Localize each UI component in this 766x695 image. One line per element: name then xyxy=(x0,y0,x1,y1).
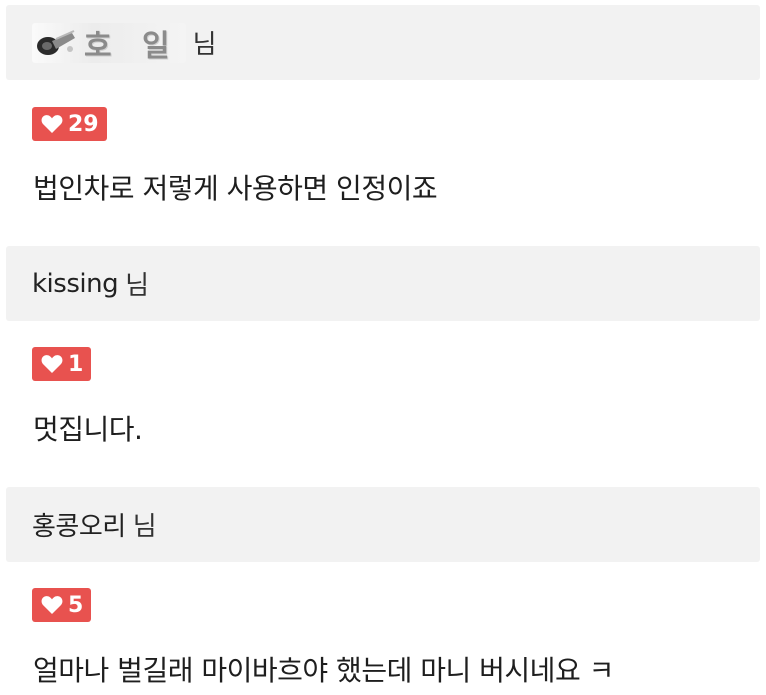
comment-text: 멋집니다. xyxy=(33,413,143,446)
heart-icon xyxy=(41,596,63,614)
comment-text: 얼마나 벌길래 마이바흐야 했는데 마니 버시네요 ㅋ xyxy=(33,654,614,687)
comment-text: 법인차로 저렇게 사용하면 인정이죠 xyxy=(33,172,438,205)
like-count: 29 xyxy=(68,111,99,137)
like-badge[interactable]: 1 xyxy=(32,347,92,381)
heart-icon xyxy=(41,355,63,373)
comment-item: 호 일 님 29 법인차로 저렇게 사용하면 인정이죠 xyxy=(0,5,766,205)
author-name[interactable]: 홍콩오리 xyxy=(32,506,126,543)
author-name[interactable]: kissing xyxy=(32,269,119,299)
author-nickname-image[interactable]: 호 일 xyxy=(32,22,186,64)
author-suffix: 님 xyxy=(192,30,217,60)
comment-author-bar: 호 일 님 xyxy=(6,5,760,80)
comment-author-bar: 홍콩오리 님 xyxy=(6,487,760,562)
comment-author-bar: kissing 님 xyxy=(6,246,760,321)
like-count: 5 xyxy=(68,592,84,618)
comment-list: 호 일 님 29 법인차로 저렇게 사용하면 인정이죠 kissing 님 1 … xyxy=(0,0,766,695)
author-name: 호 일 xyxy=(84,28,180,64)
author-suffix: 님 xyxy=(125,271,149,301)
comment-item: kissing 님 1 멋집니다. xyxy=(0,246,766,446)
heart-icon xyxy=(41,115,63,133)
cannon-icon xyxy=(37,29,75,55)
like-badge[interactable]: 29 xyxy=(32,107,107,141)
comment-item: 홍콩오리 님 5 얼마나 벌길래 마이바흐야 했는데 마니 버시네요 ㅋ xyxy=(0,487,766,687)
like-count: 1 xyxy=(68,351,84,377)
author-suffix: 님 xyxy=(132,512,157,542)
like-badge[interactable]: 5 xyxy=(32,588,92,622)
